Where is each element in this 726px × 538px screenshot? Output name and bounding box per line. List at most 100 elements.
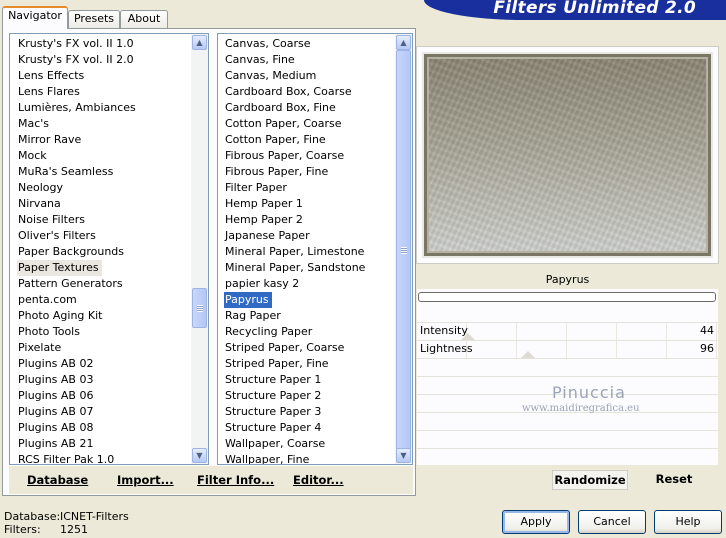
category-list[interactable]: Krusty's FX vol. II 1.0 Krusty's FX vol. … xyxy=(9,33,209,465)
category-item[interactable]: Pattern Generators xyxy=(10,276,190,292)
filter-item[interactable]: Fibrous Paper, Fine xyxy=(218,164,394,180)
filter-item[interactable]: Canvas, Fine xyxy=(218,52,394,68)
category-item-label: Krusty's FX vol. II 1.0 xyxy=(18,37,134,50)
filter-item[interactable]: Mineral Paper, Sandstone xyxy=(218,260,394,276)
category-item[interactable]: RCS Filter Pak 1.0 xyxy=(10,452,190,464)
category-item[interactable]: Lens Effects xyxy=(10,68,190,84)
param-intensity[interactable]: Intensity 44 xyxy=(417,322,718,340)
navigator-panel: Krusty's FX vol. II 1.0 Krusty's FX vol. … xyxy=(2,28,416,496)
scroll-down-button[interactable]: ▼ xyxy=(396,448,411,463)
category-item[interactable]: Paper Backgrounds xyxy=(10,244,190,260)
slider-mark xyxy=(521,351,535,358)
category-item[interactable]: Paper Textures xyxy=(10,260,190,276)
filter-item[interactable]: Fibrous Paper, Coarse xyxy=(218,148,394,164)
category-item[interactable]: Plugins AB 03 xyxy=(10,372,190,388)
category-item[interactable]: Oliver's Filters xyxy=(10,228,190,244)
category-item[interactable]: Mirror Rave xyxy=(10,132,190,148)
filter-item[interactable]: Cardboard Box, Coarse xyxy=(218,84,394,100)
filter-item[interactable]: Canvas, Coarse xyxy=(218,36,394,52)
scroll-up-button[interactable]: ▲ xyxy=(396,35,411,50)
filter-item-label: Papyrus xyxy=(224,292,272,308)
editor-button[interactable]: Editor... xyxy=(293,473,344,487)
filter-scrollbar[interactable]: ▲ ▼ xyxy=(395,34,412,464)
filter-item-label: Recycling Paper xyxy=(225,325,313,338)
reset-button[interactable]: Reset xyxy=(648,470,700,490)
filter-item-label: papier kasy 2 xyxy=(225,277,300,290)
filter-item[interactable]: Structure Paper 1 xyxy=(218,372,394,388)
apply-button[interactable]: Apply xyxy=(502,510,570,534)
filter-list[interactable]: Canvas, Coarse Canvas, Fine Canvas, Medium… xyxy=(217,33,413,465)
filter-item-label: Japanese Paper xyxy=(225,229,310,242)
filter-item[interactable]: papier kasy 2 xyxy=(218,276,394,292)
category-item[interactable]: MuRa's Seamless xyxy=(10,164,190,180)
scroll-up-button[interactable]: ▲ xyxy=(192,35,207,50)
category-item[interactable]: Nirvana xyxy=(10,196,190,212)
scroll-down-button[interactable]: ▼ xyxy=(192,448,207,463)
filter-item-label: Canvas, Medium xyxy=(225,69,317,82)
filter-item[interactable]: Rag Paper xyxy=(218,308,394,324)
category-item[interactable]: Photo Aging Kit xyxy=(10,308,190,324)
tab-about[interactable]: About xyxy=(120,10,168,28)
category-item[interactable]: penta.com xyxy=(10,292,190,308)
filter-item[interactable]: Structure Paper 3 xyxy=(218,404,394,420)
cancel-button[interactable]: Cancel xyxy=(578,510,646,534)
category-items: Krusty's FX vol. II 1.0 Krusty's FX vol. … xyxy=(10,36,190,464)
scroll-thumb[interactable] xyxy=(192,288,207,328)
param-lightness[interactable]: Lightness 96 xyxy=(417,340,718,358)
tab-presets[interactable]: Presets xyxy=(68,10,120,28)
category-item[interactable]: Krusty's FX vol. II 2.0 xyxy=(10,52,190,68)
filter-item-label: Hemp Paper 2 xyxy=(225,213,303,226)
scroll-thumb[interactable] xyxy=(396,50,411,450)
filter-item[interactable]: Recycling Paper xyxy=(218,324,394,340)
filter-item[interactable]: Wallpaper, Fine xyxy=(218,452,394,464)
empty-param-row xyxy=(417,412,718,430)
category-item[interactable]: Lumières, Ambiances xyxy=(10,100,190,116)
empty-param-row xyxy=(417,358,718,376)
category-item-label: Plugins AB 03 xyxy=(18,373,94,386)
category-item[interactable]: Photo Tools xyxy=(10,324,190,340)
category-item[interactable]: Plugins AB 06 xyxy=(10,388,190,404)
category-item[interactable]: Neology xyxy=(10,180,190,196)
filter-item-label: Rag Paper xyxy=(225,309,281,322)
filter-item[interactable]: Filter Paper xyxy=(218,180,394,196)
category-item-label: Mac's xyxy=(18,117,50,130)
filter-item[interactable]: Structure Paper 4 xyxy=(218,420,394,436)
category-item[interactable]: Krusty's FX vol. II 1.0 xyxy=(10,36,190,52)
import-button[interactable]: Import... xyxy=(117,473,174,487)
category-item-label: Lens Effects xyxy=(18,69,85,82)
category-item[interactable]: Plugins AB 08 xyxy=(10,420,190,436)
filter-info-button[interactable]: Filter Info... xyxy=(197,473,274,487)
tab-navigator[interactable]: Navigator xyxy=(2,6,68,29)
help-button[interactable]: Help xyxy=(654,510,722,534)
category-item[interactable]: Mac's xyxy=(10,116,190,132)
filter-item-label: Canvas, Fine xyxy=(225,53,295,66)
filter-items: Canvas, Coarse Canvas, Fine Canvas, Medium… xyxy=(218,36,394,464)
filter-item[interactable]: Cardboard Box, Fine xyxy=(218,100,394,116)
filter-item[interactable]: Cotton Paper, Fine xyxy=(218,132,394,148)
filter-item[interactable]: Japanese Paper xyxy=(218,228,394,244)
filter-item[interactable]: Striped Paper, Coarse xyxy=(218,340,394,356)
category-item-label: Nirvana xyxy=(18,197,61,210)
category-item[interactable]: Plugins AB 07 xyxy=(10,404,190,420)
category-item[interactable]: Lens Flares xyxy=(10,84,190,100)
category-item[interactable]: Plugins AB 02 xyxy=(10,356,190,372)
filter-item[interactable]: Mineral Paper, Limestone xyxy=(218,244,394,260)
category-item[interactable]: Plugins AB 21 xyxy=(10,436,190,452)
category-item[interactable]: Pixelate xyxy=(10,340,190,356)
category-item-label: Pixelate xyxy=(18,341,62,354)
category-item-label: Paper Backgrounds xyxy=(18,245,125,258)
category-item[interactable]: Noise Filters xyxy=(10,212,190,228)
filter-item[interactable]: Cotton Paper, Coarse xyxy=(218,116,394,132)
category-scrollbar[interactable]: ▲ ▼ xyxy=(191,34,208,464)
category-item[interactable]: Mock xyxy=(10,148,190,164)
filter-item-label: Mineral Paper, Limestone xyxy=(225,245,365,258)
filter-item[interactable]: Canvas, Medium xyxy=(218,68,394,84)
randomize-button[interactable]: Randomize xyxy=(552,470,628,490)
database-button[interactable]: Database xyxy=(27,473,88,487)
filter-item[interactable]: Structure Paper 2 xyxy=(218,388,394,404)
filter-item[interactable]: Hemp Paper 2 xyxy=(218,212,394,228)
filter-item[interactable]: Papyrus xyxy=(218,292,394,308)
filter-item[interactable]: Striped Paper, Fine xyxy=(218,356,394,372)
filter-item[interactable]: Hemp Paper 1 xyxy=(218,196,394,212)
filter-item[interactable]: Wallpaper, Coarse xyxy=(218,436,394,452)
